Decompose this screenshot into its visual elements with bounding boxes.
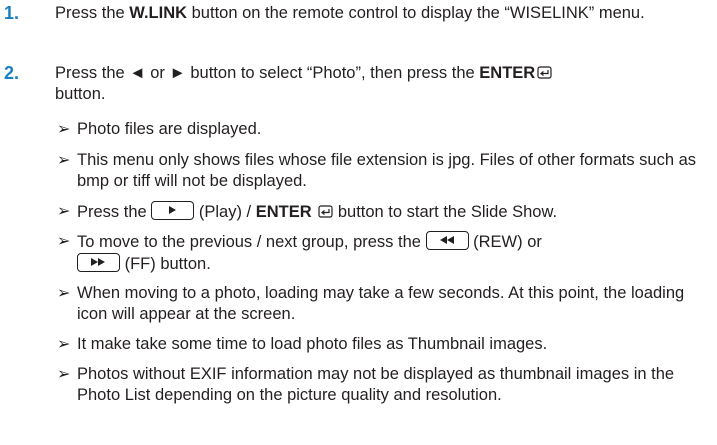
step-text: Press the ◄ or ► button to select “Photo… [55, 63, 717, 105]
note-text: Photos without EXIF information may not … [77, 365, 675, 404]
arrow-bullet-icon: ➢ [57, 366, 71, 383]
enter-label: ENTER [255, 203, 312, 221]
note-6: ➢ It make take some time to load photo f… [57, 334, 712, 355]
arrow-bullet-icon: ➢ [57, 203, 71, 220]
note-2: ➢ This menu only shows files whose file … [57, 150, 712, 192]
arrow-bullet-icon: ➢ [57, 152, 71, 169]
enter-icon [537, 66, 552, 79]
enter-icon [318, 205, 333, 218]
note-5: ➢ When moving to a photo, loading may ta… [57, 283, 712, 325]
note-1: ➢ Photo files are displayed. [57, 119, 712, 140]
arrow-bullet-icon: ➢ [57, 233, 71, 250]
note-7: ➢ Photos without EXIF information may no… [57, 364, 712, 406]
enter-label: ENTER [479, 64, 536, 82]
play-button-icon [151, 201, 195, 220]
note-3: ➢ Press the (Play) / ENTER button to sta… [57, 201, 712, 223]
arrow-bullet-icon: ➢ [57, 121, 71, 138]
step-2: 2. Press the ◄ or ► button to select “Ph… [0, 63, 717, 105]
note-text: It make take some time to load photo fil… [77, 335, 548, 353]
step-number: 1. [4, 3, 20, 23]
step-number: 2. [4, 63, 20, 83]
step-1: 1. Press the W.LINK button on the remote… [0, 3, 717, 24]
arrow-bullet-icon: ➢ [57, 285, 71, 302]
note-text: To move to the previous / next group, pr… [77, 231, 542, 273]
note-text: Press the (Play) / ENTER button to start… [77, 201, 558, 221]
note-4: ➢ To move to the previous / next group, … [57, 231, 712, 275]
wlink-label: W.LINK [129, 4, 188, 22]
fast-forward-button-icon [77, 253, 120, 272]
step-text: Press the W.LINK button on the remote co… [55, 4, 645, 22]
note-text: Photo files are displayed. [77, 120, 262, 138]
arrow-bullet-icon: ➢ [57, 336, 71, 353]
rewind-button-icon [425, 231, 469, 250]
note-text: When moving to a photo, loading may take… [77, 284, 685, 323]
note-text: This menu only shows files whose file ex… [77, 151, 697, 190]
